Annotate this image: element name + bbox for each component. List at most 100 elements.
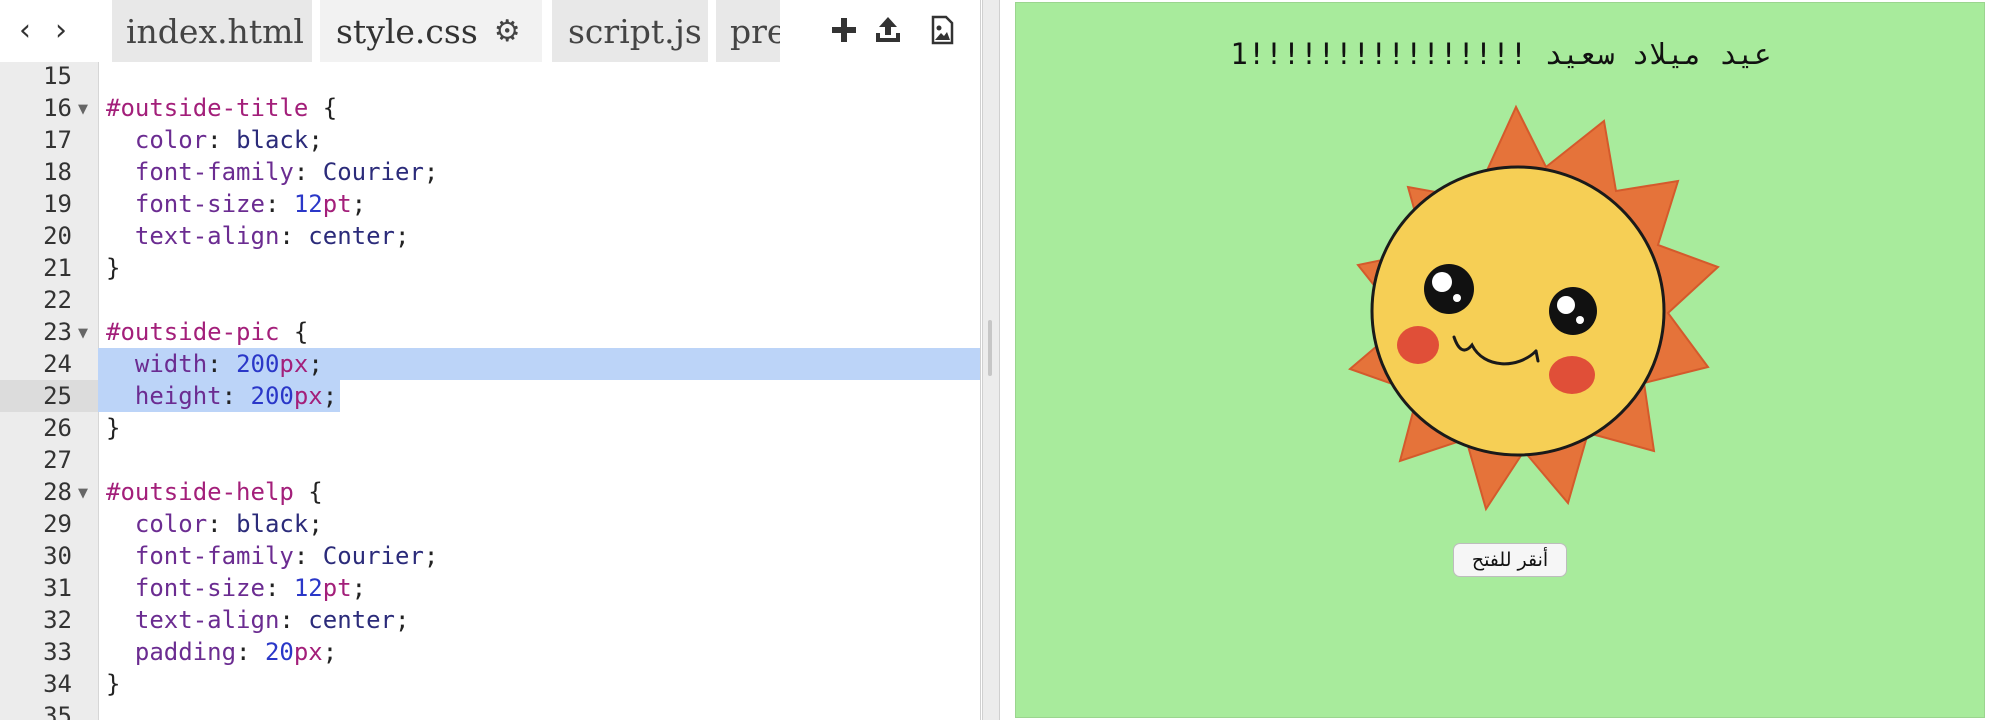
code-token: Courier <box>322 542 424 570</box>
code-line[interactable]: 29 color: black; <box>0 508 980 540</box>
code-line[interactable]: 26} <box>0 412 980 444</box>
code-token: ; <box>351 574 367 602</box>
back-arrow-icon[interactable]: ‹ <box>8 8 42 52</box>
code-line[interactable]: 32 text-align: center; <box>0 604 980 636</box>
code-token: font-size <box>106 190 265 218</box>
code-text: #outside-pic { <box>106 316 308 348</box>
line-number: 27 <box>43 446 72 474</box>
code-area[interactable]: 15 16 ▼ #outside-title {17 color: black; 18 … <box>0 62 980 720</box>
code-line[interactable]: 17 color: black; <box>0 124 980 156</box>
open-button[interactable]: أنقر للفتح <box>1453 543 1567 577</box>
tab-preview[interactable]: pre <box>716 0 780 62</box>
code-line[interactable]: 30 font-family: Courier; <box>0 540 980 572</box>
code-token: font-size <box>106 574 265 602</box>
line-number: 19 <box>43 190 72 218</box>
line-number: 28 <box>43 478 72 506</box>
code-line[interactable]: 23 ▼ #outside-pic { <box>0 316 980 348</box>
line-number: 16 <box>43 94 72 122</box>
plus-icon[interactable] <box>824 8 864 52</box>
code-token: : <box>279 606 309 634</box>
code-token: } <box>106 414 121 442</box>
code-text: font-family: Courier; <box>106 540 438 572</box>
code-text: #outside-help { <box>106 476 323 508</box>
code-token: text-align <box>106 222 280 250</box>
code-token: { <box>308 94 338 122</box>
line-number: 26 <box>43 414 72 442</box>
sun-face <box>1370 165 1666 457</box>
code-line[interactable]: 33 padding: 20px; <box>0 636 980 668</box>
code-token: center <box>308 222 395 250</box>
forward-arrow-icon[interactable]: › <box>44 8 78 52</box>
code-token: width <box>106 350 208 378</box>
code-token: : <box>279 222 309 250</box>
tab-script-js[interactable]: script.js <box>552 0 708 62</box>
code-token: : <box>221 382 251 410</box>
code-token: 12 <box>293 190 323 218</box>
fold-arrow-icon[interactable]: ▼ <box>78 102 88 117</box>
code-token: 12 <box>293 574 323 602</box>
code-token: { <box>293 478 323 506</box>
code-line[interactable]: 16 ▼ #outside-title { <box>0 92 980 124</box>
code-line[interactable]: 24 width: 200px; <box>0 348 980 380</box>
code-token: #outside-title <box>106 94 309 122</box>
code-line[interactable]: 22 <box>0 284 980 316</box>
code-text: } <box>106 668 120 700</box>
code-text: width: 200px; <box>106 348 323 380</box>
code-token: 200 <box>250 382 294 410</box>
pane-splitter[interactable] <box>982 0 1000 720</box>
line-number: 23 <box>43 318 72 346</box>
tab-label: script.js <box>568 11 702 51</box>
gear-icon[interactable]: ⚙ <box>494 14 521 49</box>
code-token: padding <box>106 638 237 666</box>
code-text: #outside-title { <box>106 92 337 124</box>
tab-style-css[interactable]: style.css ⚙ <box>320 0 542 62</box>
code-token: ; <box>395 606 410 634</box>
code-text: font-size: 12pt; <box>106 572 366 604</box>
code-line[interactable]: 25 height: 200px; <box>0 380 980 412</box>
code-token: center <box>308 606 395 634</box>
code-line[interactable]: 21} <box>0 252 980 284</box>
line-number: 32 <box>43 606 72 634</box>
code-text: font-size: 12pt; <box>106 188 366 220</box>
code-token: text-align <box>106 606 280 634</box>
tab-label: index.html <box>126 11 304 51</box>
line-number: 20 <box>43 222 72 250</box>
code-token: : <box>264 574 294 602</box>
tab-index-html[interactable]: index.html <box>112 0 312 62</box>
code-token: color <box>106 126 208 154</box>
code-token: ; <box>308 350 323 378</box>
code-text: height: 200px; <box>106 380 337 412</box>
code-token: } <box>106 670 121 698</box>
fold-arrow-icon[interactable]: ▼ <box>78 486 88 501</box>
upload-icon[interactable] <box>868 8 908 52</box>
code-line[interactable]: 35 <box>0 700 980 720</box>
line-number: 24 <box>43 350 72 378</box>
code-line[interactable]: 34} <box>0 668 980 700</box>
code-text: color: black; <box>106 124 323 156</box>
right-eye <box>1549 287 1597 335</box>
line-number: 25 <box>43 382 72 410</box>
code-line[interactable]: 28 ▼ #outside-help { <box>0 476 980 508</box>
code-line[interactable]: 31 font-size: 12pt; <box>0 572 980 604</box>
fold-arrow-icon[interactable]: ▼ <box>78 326 88 341</box>
code-token: ; <box>322 382 338 410</box>
code-line[interactable]: 18 font-family: Courier; <box>0 156 980 188</box>
code-line[interactable]: 20 text-align: center; <box>0 220 980 252</box>
code-line[interactable]: 19 font-size: 12pt; <box>0 188 980 220</box>
code-text: text-align: center; <box>106 220 410 252</box>
code-token: font-family <box>106 542 294 570</box>
line-number: 15 <box>43 62 72 90</box>
line-number: 34 <box>43 670 72 698</box>
image-icon[interactable] <box>922 8 962 52</box>
line-number: 21 <box>43 254 72 282</box>
code-line[interactable]: 15 <box>0 62 980 92</box>
code-token: px <box>293 382 323 410</box>
line-number: 31 <box>43 574 72 602</box>
splitter-grip[interactable] <box>988 320 992 376</box>
code-token: : <box>293 542 323 570</box>
code-token: ; <box>308 126 323 154</box>
code-line[interactable]: 27 <box>0 444 980 476</box>
sun-image <box>1348 104 1720 512</box>
code-token: ; <box>308 510 323 538</box>
file-tab-bar: ‹ › index.html style.css ⚙ script.js pre <box>0 0 980 62</box>
